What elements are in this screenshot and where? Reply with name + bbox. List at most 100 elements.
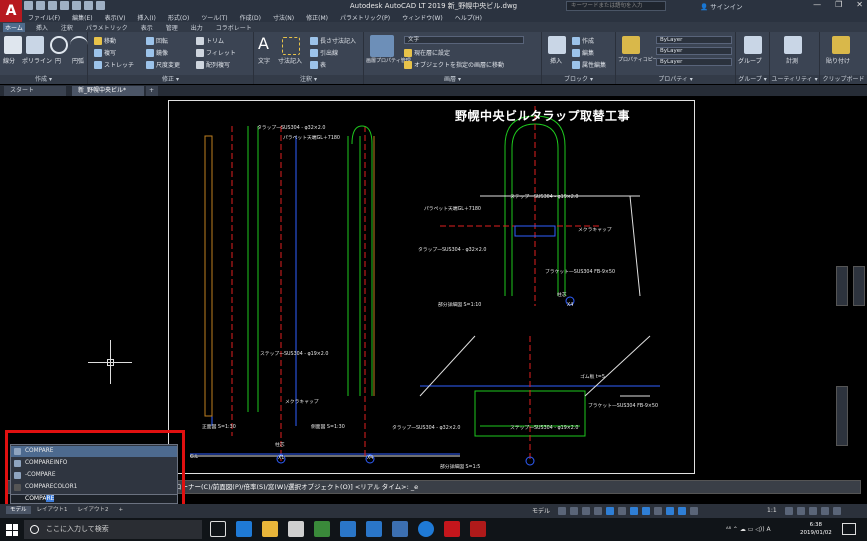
layout-tab-add[interactable]: + xyxy=(115,506,128,514)
polar-toggle-icon[interactable] xyxy=(594,507,602,515)
tab-annotate[interactable]: 注釈 xyxy=(59,23,75,32)
panel-annotation-title[interactable]: 注釈 ▾ xyxy=(254,75,363,84)
maximize-button[interactable]: ❐ xyxy=(835,0,842,9)
menu-parametric[interactable]: パラメトリック(P) xyxy=(340,13,390,22)
move-button[interactable]: 移動 xyxy=(94,36,116,45)
tab-collaborate[interactable]: コラボレート xyxy=(214,23,254,32)
view-cube-toggle[interactable] xyxy=(853,266,865,306)
edit-block-button[interactable]: 編集 xyxy=(572,48,594,57)
panel-groups-title[interactable]: グループ ▾ xyxy=(736,75,769,84)
menu-draw[interactable]: 作成(D) xyxy=(240,13,261,22)
edge-icon[interactable] xyxy=(236,521,252,537)
gear-icon[interactable] xyxy=(785,507,793,515)
set-current-layer-button[interactable]: 現在層に設定 xyxy=(404,48,450,57)
insert-block-button[interactable]: 挿入 xyxy=(550,56,562,65)
menu-help[interactable]: ヘルプ(H) xyxy=(455,13,482,22)
tab-insert[interactable]: 挿入 xyxy=(34,23,50,32)
tab-home[interactable]: ホーム xyxy=(3,22,25,32)
isolate-objects-icon[interactable] xyxy=(809,507,817,515)
layer-properties-icon[interactable] xyxy=(370,35,394,57)
group-icon[interactable] xyxy=(744,36,762,54)
snap-toggle-icon[interactable] xyxy=(570,507,578,515)
dimension-button[interactable]: 寸法記入 xyxy=(278,56,302,65)
copy-button[interactable]: 複写 xyxy=(94,48,116,57)
windows-start-button[interactable] xyxy=(6,524,18,536)
annotation-scale[interactable]: 1:1 xyxy=(767,507,777,514)
menu-dimension[interactable]: 寸法(N) xyxy=(273,13,294,22)
autocad-lt-taskbar-icon[interactable] xyxy=(470,521,486,537)
scale-button[interactable]: 尺度変更 xyxy=(146,60,180,69)
layout-tab-2[interactable]: レイアウト2 xyxy=(74,506,113,514)
panel-modify-title[interactable]: 修正 ▾ xyxy=(88,75,253,84)
model-space-button[interactable]: モデル xyxy=(532,506,550,515)
paste-button[interactable]: 貼り付け xyxy=(826,56,850,65)
document-app-icon[interactable] xyxy=(392,521,408,537)
panel-draw-title[interactable]: 作成 ▾ xyxy=(0,75,87,84)
menu-file[interactable]: ファイル(F) xyxy=(28,13,60,22)
system-tray[interactable]: ᴬ⁸ ⌃ ☁ ▭ ◁)) A xyxy=(726,520,771,539)
close-button[interactable]: ✕ xyxy=(856,0,863,9)
clean-screen-icon[interactable] xyxy=(821,507,829,515)
move-to-layer-button[interactable]: オブジェクトを指定の画層に移動 xyxy=(404,60,504,69)
mail-icon[interactable] xyxy=(288,521,304,537)
tab-view[interactable]: 表示 xyxy=(139,23,155,32)
application-menu-button[interactable]: A xyxy=(0,0,22,22)
annotation-visibility-icon[interactable] xyxy=(678,507,686,515)
tab-manage[interactable]: 管理 xyxy=(164,23,180,32)
text-icon[interactable]: A xyxy=(258,34,269,53)
new-file-tab-button[interactable]: + xyxy=(146,86,158,96)
help-search-input[interactable]: キーワードまたは語句を入力 xyxy=(566,1,666,11)
properties-palette-collapsed[interactable] xyxy=(836,386,848,446)
autocad-taskbar-icon[interactable] xyxy=(444,521,460,537)
arc-icon[interactable] xyxy=(70,36,88,54)
rotate-button[interactable]: 回転 xyxy=(146,36,168,45)
measure-icon[interactable] xyxy=(784,36,802,54)
app-icon[interactable] xyxy=(340,521,356,537)
minimize-button[interactable]: — xyxy=(813,0,821,9)
file-tab-document[interactable]: 新_野幌中央ビル* xyxy=(72,86,144,96)
leader-button[interactable]: 引出線 xyxy=(310,48,338,57)
signin-button[interactable]: 👤 サインイン xyxy=(700,1,743,11)
fillet-button[interactable]: フィレット xyxy=(196,48,236,57)
task-view-icon[interactable] xyxy=(210,521,226,537)
insert-block-icon[interactable] xyxy=(548,36,566,54)
internet-explorer-icon[interactable] xyxy=(418,521,434,537)
panel-layers-title[interactable]: 画層 ▾ xyxy=(364,75,541,84)
plus-icon[interactable] xyxy=(797,507,805,515)
taskbar-clock[interactable]: 6:38 2019/01/02 xyxy=(800,521,832,537)
tab-parametric[interactable]: パラメトリック xyxy=(84,23,130,32)
taskbar-search-input[interactable]: ここに入力して検索 xyxy=(24,520,202,539)
layout-tab-model[interactable]: モデル xyxy=(6,506,31,514)
arc-button[interactable]: 円弧 xyxy=(72,56,84,65)
menu-edit[interactable]: 編集(E) xyxy=(72,13,92,22)
layer-dropdown[interactable]: 文字 xyxy=(404,36,524,44)
isodraft-toggle-icon[interactable] xyxy=(606,507,614,515)
linetype-dropdown[interactable]: ByLayer xyxy=(656,47,732,55)
layout-tab-1[interactable]: レイアウト1 xyxy=(33,506,72,514)
dimension-icon[interactable] xyxy=(282,37,300,55)
annotation-scale-icon[interactable] xyxy=(690,507,698,515)
notification-icon[interactable] xyxy=(842,523,856,535)
file-tab-start[interactable]: スタート xyxy=(4,86,66,96)
menu-tools[interactable]: ツール(T) xyxy=(201,13,227,22)
edit-attribute-button[interactable]: 属性編集 xyxy=(572,60,606,69)
array-button[interactable]: 配列複写 xyxy=(196,60,230,69)
lineweight-toggle-icon[interactable] xyxy=(642,507,650,515)
create-block-button[interactable]: 作成 xyxy=(572,36,594,45)
match-properties-button[interactable]: プロパティコピー xyxy=(618,56,658,63)
line-button[interactable]: 線分 xyxy=(3,56,15,65)
selection-cycling-icon[interactable] xyxy=(666,507,674,515)
tab-output[interactable]: 出力 xyxy=(189,23,205,32)
menu-modify[interactable]: 修正(M) xyxy=(306,13,328,22)
lineweight-dropdown[interactable]: ByLayer xyxy=(656,58,732,66)
menu-window[interactable]: ウィンドウ(W) xyxy=(402,13,443,22)
panel-properties-title[interactable]: プロパティ ▾ xyxy=(616,75,735,84)
navigation-bar[interactable] xyxy=(836,266,848,306)
store-icon[interactable] xyxy=(314,521,330,537)
transparency-toggle-icon[interactable] xyxy=(654,507,662,515)
grid-toggle-icon[interactable] xyxy=(558,507,566,515)
measure-button[interactable]: 計測 xyxy=(786,56,798,65)
panel-utilities-title[interactable]: ユーティリティ ▾ xyxy=(770,75,819,84)
menu-insert[interactable]: 挿入(I) xyxy=(137,13,155,22)
file-explorer-icon[interactable] xyxy=(262,521,278,537)
